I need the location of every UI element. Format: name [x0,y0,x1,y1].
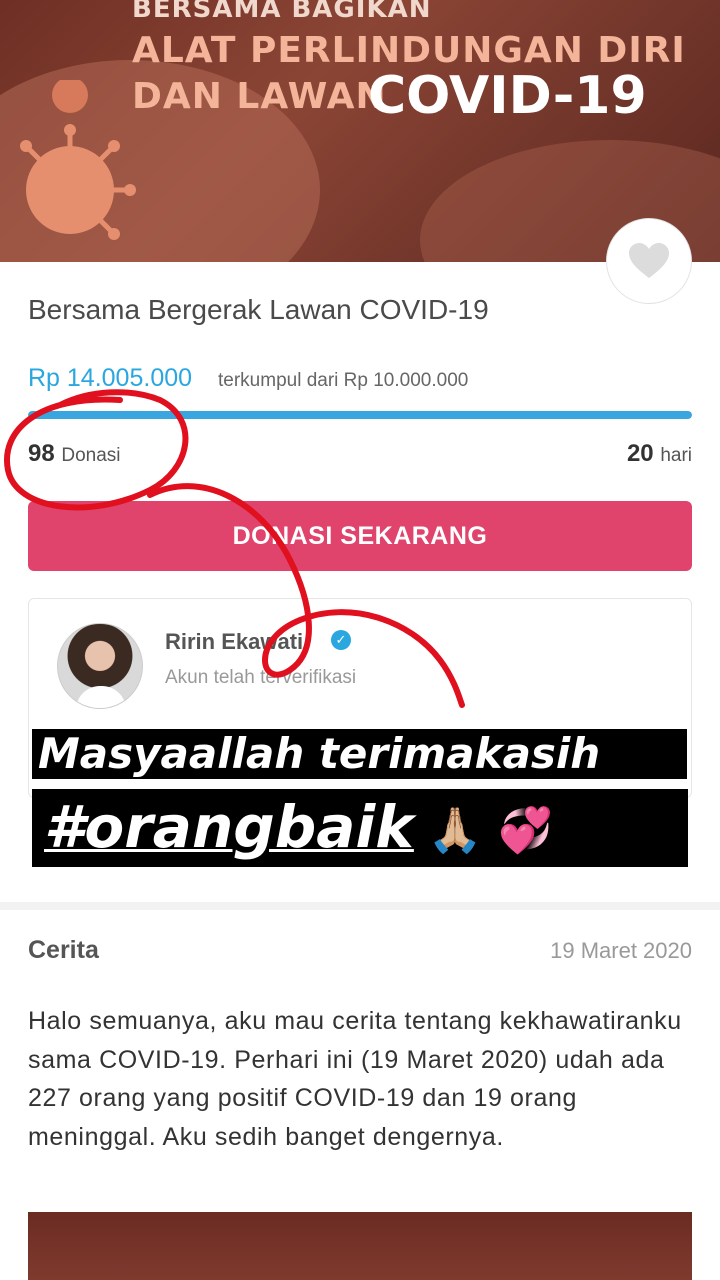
hashtag-text: #orangbaik [44,793,414,861]
story-image [28,1212,692,1280]
organizer-name: Ririn Ekawati [165,629,304,654]
emoji-sticker: 🙏🏼 💞 [427,804,553,856]
raised-amount: Rp 14.005.000 [28,364,193,392]
organizer-status: Akun telah terverifikasi [165,667,357,688]
campaign-banner: BERSAMA BAGIKAN ALAT PERLINDUNGAN DIRI D… [0,0,720,262]
story-body: Halo semuanya, aku mau cerita tentang ke… [28,1007,682,1151]
donation-count-value: 98 [28,440,55,467]
favorite-button[interactable] [606,218,692,304]
days-remaining: 20 hari [627,440,692,468]
banner-line-4: COVID-19 [368,66,647,126]
progress-bar-fill [28,411,692,419]
virus-illustration-icon [20,80,136,240]
progress-bar [28,411,692,419]
story-date: 19 Maret 2020 [550,938,692,963]
heart-icon [629,243,669,278]
banner-line-2: ALAT PERLINDUNGAN DIRI [132,30,686,71]
raised-target: terkumpul dari Rp 10.000.000 [218,370,469,391]
overlay-caption: Masyaallah terimakasih [32,729,687,779]
campaign-title: Bersama Bergerak Lawan COVID-19 [28,294,489,325]
banner-line-3: DAN LAWAN [132,76,387,117]
story-section: Cerita 19 Maret 2020 Halo semuanya, aku … [0,910,720,1280]
banner-line-1: BERSAMA BAGIKAN [132,0,432,24]
story-heading: Cerita [28,936,99,964]
days-remaining-label: hari [660,445,692,466]
donation-count-label: Donasi [61,445,121,466]
verified-check-icon: ✓ [331,630,351,650]
overlay-hashtag: #orangbaik 🙏🏼 💞 [32,789,688,867]
donate-now-button[interactable]: DONASI SEKARANG [28,501,692,571]
campaign-page: BERSAMA BAGIKAN ALAT PERLINDUNGAN DIRI D… [0,0,720,1280]
avatar [57,623,143,709]
donation-count: 98 Donasi [28,440,121,468]
days-remaining-value: 20 [626,440,654,467]
